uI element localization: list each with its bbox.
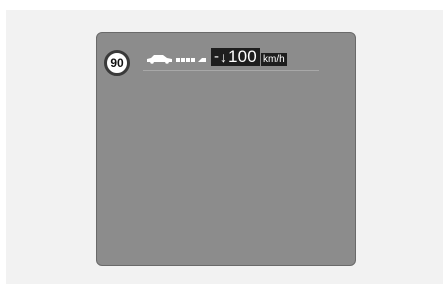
- car-wheel-rear: [165, 60, 169, 64]
- car-wheel-front: [150, 60, 154, 64]
- speed-limit-value: 90: [110, 56, 124, 70]
- distance-bar: [191, 58, 195, 62]
- target-speed-readout: - ↓ 100: [211, 48, 260, 66]
- target-speed-value: 100: [228, 47, 257, 66]
- divider-line: [143, 70, 319, 71]
- own-vehicle-marker: [198, 58, 206, 62]
- distance-bar: [181, 58, 185, 62]
- distance-bar: [186, 58, 190, 62]
- down-arrow-icon: ↓: [220, 49, 227, 65]
- car-following-distance-icon: [147, 55, 206, 64]
- instrument-display: [96, 32, 356, 266]
- distance-bar: [176, 58, 180, 62]
- speed-unit-label: km/h: [261, 53, 287, 66]
- speed-limit-sign-icon: 90: [104, 50, 130, 76]
- target-minus: -: [214, 48, 219, 65]
